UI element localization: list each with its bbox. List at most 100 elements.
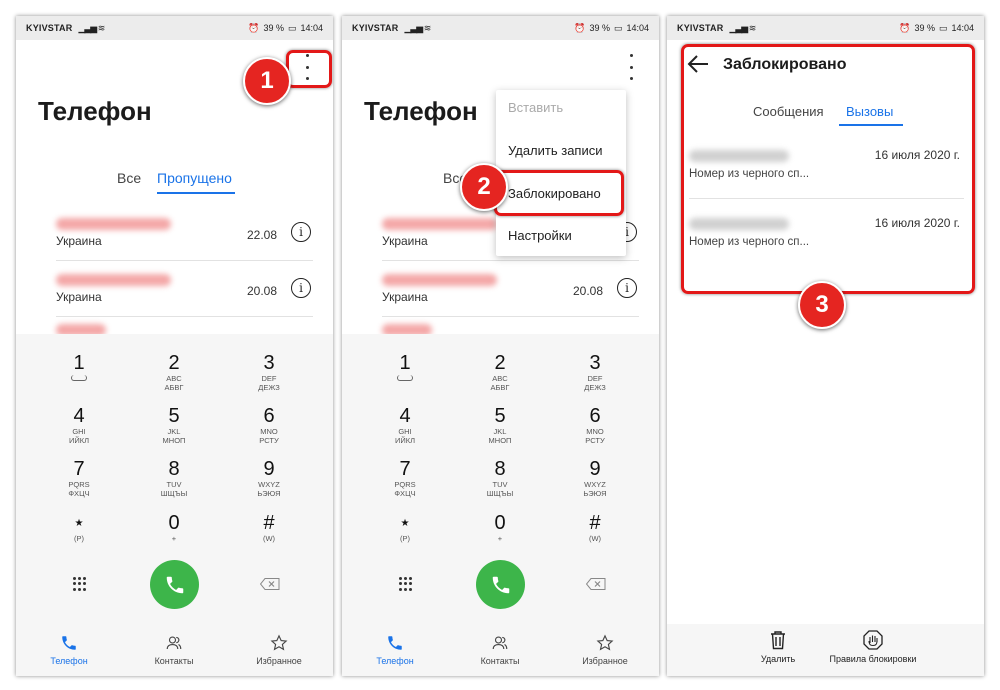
step-badge: 3 <box>798 281 846 329</box>
call-location: Украина <box>56 290 102 304</box>
battery-label: 39 % <box>914 23 935 33</box>
bottom-actions: Удалить Правила блокировки <box>667 624 984 676</box>
highlight-box <box>286 50 332 88</box>
time-label: 14:04 <box>300 23 323 33</box>
key-hash[interactable]: # (W) <box>555 512 635 543</box>
phone-icon <box>388 636 402 650</box>
key-8[interactable]: 8 TUV ШЩЪЫ <box>460 458 540 498</box>
nav-phone[interactable]: Телефон <box>355 634 435 666</box>
call-row[interactable]: Украина 22.08 i <box>16 214 333 266</box>
menu-item-delete-records[interactable]: Удалить записи <box>508 143 603 158</box>
keypad-toggle-icon[interactable] <box>399 577 413 591</box>
carrier-label: KYIVSTAR <box>26 23 73 33</box>
key-3[interactable]: 3 DEF ДЕЖЗ <box>555 352 635 392</box>
key-3[interactable]: 3 DEF ДЕЖЗ <box>229 352 309 392</box>
divider <box>382 260 639 261</box>
call-row[interactable]: Украина 20.08 i <box>342 270 659 322</box>
key-0[interactable]: 0 + <box>460 512 540 543</box>
key-1[interactable]: 1 <box>39 352 119 383</box>
star-icon <box>596 634 614 651</box>
dial-keypad: 1 2 ABC АБВГ 3 DEF ДЕЖЗ 4 GHI ИЙКЛ 5 JKL МНОП 6M… <box>16 334 333 676</box>
call-date: 22.08 <box>246 228 277 242</box>
time-label: 14:04 <box>626 23 649 33</box>
key-7[interactable]: 7 PQRS ФХЦЧ <box>39 458 119 498</box>
divider <box>382 316 639 317</box>
signal-icon: ▁▃▅ ≋ <box>78 22 105 33</box>
key-9[interactable]: 9 WXYZ ЬЭЮЯ <box>555 458 635 498</box>
blurred-number <box>56 274 171 286</box>
key-2[interactable]: 2 ABC АБВГ <box>460 352 540 392</box>
phone-screen-1: KYIVSTAR ▁▃▅ ≋ ⏰ 39 % ▭ 14:04 Телефон Вс… <box>16 16 333 676</box>
key-8[interactable]: 8 TUV ШЩЪЫ <box>134 458 214 498</box>
divider <box>56 260 313 261</box>
key-hash[interactable]: # (W) <box>229 512 309 543</box>
bottom-nav: Телефон Контакты Избранное <box>342 626 659 676</box>
phone-icon <box>62 636 76 650</box>
highlight-box <box>681 44 975 294</box>
backspace-icon[interactable] <box>586 578 606 590</box>
highlight-box <box>494 170 624 216</box>
nav-contacts[interactable]: Контакты <box>134 634 214 666</box>
blurred-number <box>382 218 497 230</box>
key-4[interactable]: 4 GHI ИЙКЛ <box>365 405 445 445</box>
nav-contacts[interactable]: Контакты <box>460 634 540 666</box>
info-icon[interactable]: i <box>617 278 637 298</box>
key-7[interactable]: 7 PQRS ФХЦЧ <box>365 458 445 498</box>
call-location: Украина <box>382 234 428 248</box>
page-title: Телефон <box>38 96 152 126</box>
voicemail-icon <box>397 375 413 381</box>
tab-indicator <box>157 192 235 194</box>
key-6[interactable]: 6 MNO РСТУ <box>555 405 635 445</box>
key-star[interactable]: ⋆ (P) <box>39 512 119 543</box>
signal-icon: ▁▃▅ ≋ <box>404 22 431 33</box>
phone-icon <box>166 576 183 593</box>
call-location: Украина <box>56 234 102 248</box>
carrier-label: KYIVSTAR <box>352 23 399 33</box>
phone-icon <box>492 576 509 593</box>
status-bar: KYIVSTAR ▁▃▅ ≋ ⏰ 39 % ▭ 14:04 <box>16 16 333 40</box>
call-row[interactable]: Украина 20.08 i <box>16 270 333 322</box>
key-9[interactable]: 9 WXYZ ЬЭЮЯ <box>229 458 309 498</box>
battery-icon: ▭ <box>938 22 948 33</box>
info-icon[interactable]: i <box>291 222 311 242</box>
key-0[interactable]: 0 + <box>134 512 214 543</box>
battery-icon: ▭ <box>287 22 297 33</box>
menu-item-settings[interactable]: Настройки <box>508 228 572 243</box>
tab-missed[interactable]: Пропущено <box>157 170 232 186</box>
voicemail-icon <box>71 375 87 381</box>
menu-item-paste[interactable]: Вставить <box>508 100 563 115</box>
trash-icon <box>771 631 785 650</box>
nav-phone[interactable]: Телефон <box>29 634 109 666</box>
key-1[interactable]: 1 <box>365 352 445 383</box>
battery-label: 39 % <box>263 23 284 33</box>
star-icon <box>270 634 288 651</box>
nav-favorites[interactable]: Избранное <box>565 634 645 666</box>
key-star[interactable]: ⋆ (P) <box>365 512 445 543</box>
key-6[interactable]: 6 MNO РСТУ <box>229 405 309 445</box>
key-4[interactable]: 4 GHI ИЙКЛ <box>39 405 119 445</box>
backspace-icon[interactable] <box>260 578 280 590</box>
carrier-label: KYIVSTAR <box>677 23 724 33</box>
call-button[interactable] <box>476 560 525 609</box>
bottom-nav: Телефон Контакты Избранное <box>16 626 333 676</box>
keypad-toggle-icon[interactable] <box>73 577 87 591</box>
dial-keypad: 1 2 ABC АБВГ 3 DEF ДЕЖЗ 4 GHI ИЙКЛ 5 JKL МНОП 6M… <box>342 334 659 676</box>
info-icon[interactable]: i <box>291 278 311 298</box>
key-5[interactable]: 5 JKL МНОП <box>134 405 214 445</box>
blocking-rules-button[interactable]: Правила блокировки <box>823 630 923 664</box>
alarm-icon: ⏰ <box>899 22 911 33</box>
more-menu-icon[interactable] <box>620 54 642 80</box>
nav-favorites[interactable]: Избранное <box>239 634 319 666</box>
battery-icon: ▭ <box>613 22 623 33</box>
call-button[interactable] <box>150 560 199 609</box>
delete-button[interactable]: Удалить <box>753 630 803 664</box>
key-5[interactable]: 5 JKL МНОП <box>460 405 540 445</box>
key-2[interactable]: 2 ABC АБВГ <box>134 352 214 392</box>
tab-bar: Все Пропущено <box>16 170 333 194</box>
phone-screen-3: KYIVSTAR ▁▃▅ ≋ ⏰ 39 % ▭ 14:04 Заблокиров… <box>667 16 984 676</box>
time-label: 14:04 <box>951 23 974 33</box>
call-location: Украина <box>382 290 428 304</box>
tab-all[interactable]: Все <box>117 170 141 186</box>
contacts-icon <box>166 636 182 650</box>
battery-label: 39 % <box>589 23 610 33</box>
